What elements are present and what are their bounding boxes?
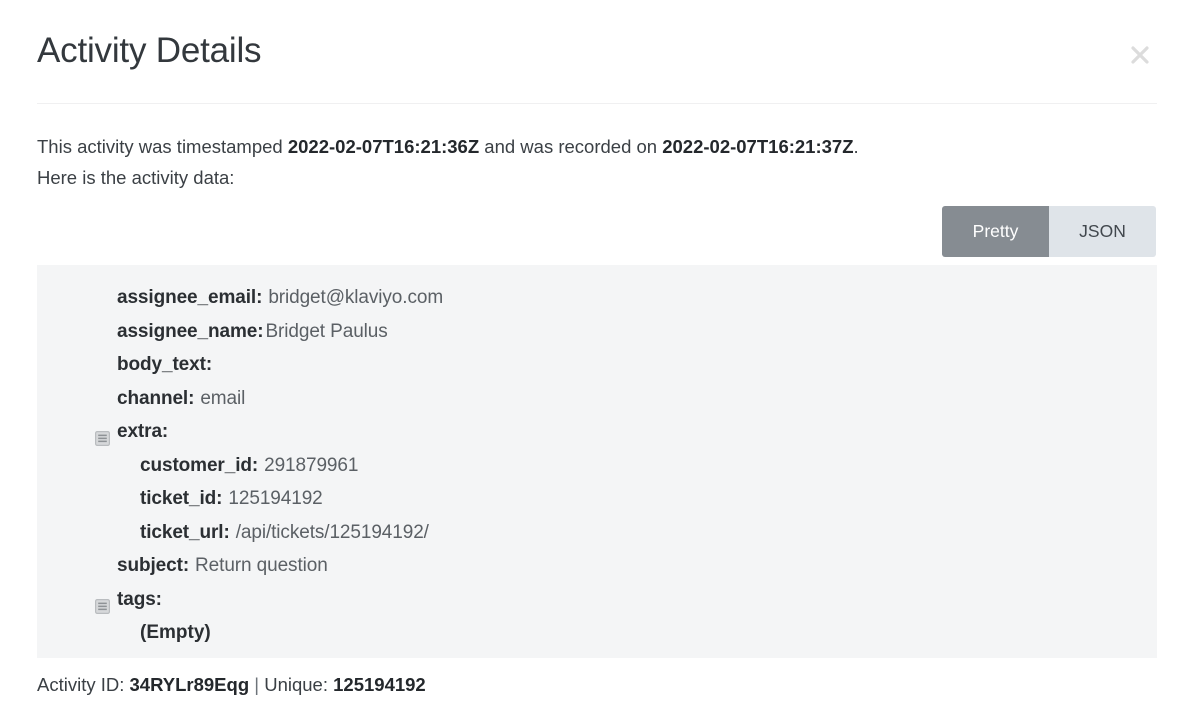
data-key: ticket_url: bbox=[140, 521, 230, 543]
data-key: assignee_name: bbox=[117, 320, 264, 342]
data-row: (Empty) bbox=[37, 616, 1157, 650]
unique-value: 125194192 bbox=[333, 674, 426, 695]
empty-value-label: (Empty) bbox=[140, 622, 211, 643]
data-key: body_text: bbox=[117, 354, 213, 375]
data-key: assignee_email: bbox=[117, 287, 263, 308]
activity-summary-text: This activity was timestamped 2022-02-07… bbox=[37, 131, 1137, 193]
summary-prefix: This activity was timestamped bbox=[37, 136, 288, 157]
collapse-toggle-icon[interactable] bbox=[95, 592, 111, 614]
activity-id-footer: Activity ID: 34RYLr89Eqg | Unique: 12519… bbox=[37, 671, 426, 699]
data-value: 125194192 bbox=[228, 488, 323, 509]
data-key: ticket_id: bbox=[140, 488, 223, 509]
data-row: extra: bbox=[37, 415, 1157, 449]
data-row: tags: bbox=[37, 583, 1157, 617]
activity-details-modal: Activity Details This activity was times… bbox=[0, 0, 1188, 722]
tab-pretty[interactable]: Pretty bbox=[942, 206, 1049, 257]
data-row: body_text: bbox=[37, 348, 1157, 382]
close-button[interactable] bbox=[1123, 38, 1157, 72]
timestamped-value: 2022-02-07T16:21:36Z bbox=[287, 136, 480, 157]
activity-summary-line2: Here is the activity data: bbox=[37, 167, 235, 188]
tab-json[interactable]: JSON bbox=[1049, 206, 1156, 257]
view-format-toggle[interactable]: Pretty JSON bbox=[942, 206, 1156, 257]
summary-suffix: . bbox=[853, 136, 859, 157]
data-key: channel: bbox=[117, 387, 195, 409]
data-row: subject: Return question bbox=[37, 549, 1157, 583]
data-row: channel: email bbox=[37, 382, 1157, 416]
close-icon bbox=[1127, 42, 1153, 68]
data-value: bridget@klaviyo.com bbox=[268, 287, 444, 308]
data-row: assignee_email: bridget@klaviyo.com bbox=[37, 281, 1157, 315]
activity-id-value: 34RYLr89Eqg bbox=[129, 674, 250, 695]
collapse-toggle-icon[interactable] bbox=[95, 424, 111, 447]
unique-label: Unique: bbox=[264, 674, 328, 695]
data-key: extra: bbox=[117, 421, 169, 442]
data-value: /api/tickets/125194192/ bbox=[235, 521, 429, 543]
data-value: Bridget Paulus bbox=[265, 320, 388, 342]
activity-summary-line1: This activity was timestamped 2022-02-07… bbox=[37, 131, 1137, 162]
data-row: customer_id: 291879961 bbox=[37, 449, 1157, 483]
data-value: email bbox=[200, 387, 246, 409]
data-key: customer_id: bbox=[140, 454, 259, 476]
footer-separator: | bbox=[254, 674, 260, 695]
data-row: assignee_name: Bridget Paulus bbox=[37, 315, 1157, 349]
activity-data-panel: assignee_email: bridget@klaviyo.com assign… bbox=[37, 265, 1157, 658]
page-title: Activity Details bbox=[37, 31, 262, 70]
data-row: ticket_url:/api/tickets/125194192/ bbox=[37, 516, 1157, 550]
data-value: Return question bbox=[195, 555, 328, 576]
summary-middle: and was recorded on bbox=[479, 136, 663, 157]
activity-id-label: Activity ID: bbox=[37, 674, 125, 695]
data-key: subject: bbox=[117, 555, 190, 576]
data-key: tags: bbox=[117, 588, 162, 610]
modal-header: Activity Details bbox=[37, 28, 1157, 104]
data-row: ticket_id: 125194192 bbox=[37, 482, 1157, 516]
data-value: 291879961 bbox=[264, 454, 359, 476]
recorded-value: 2022-02-07T16:21:37Z bbox=[662, 136, 854, 157]
